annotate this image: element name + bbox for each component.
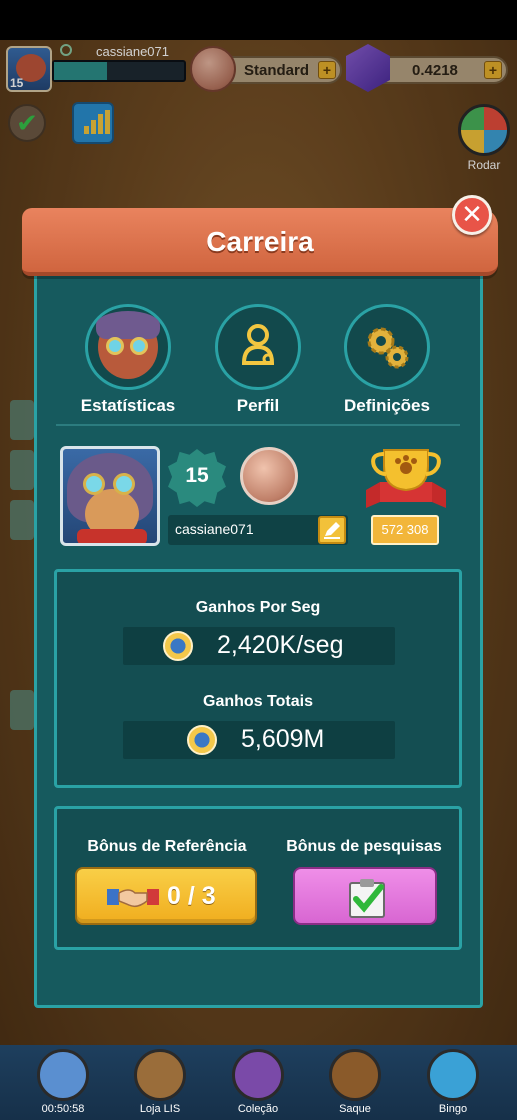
nav-item-collection[interactable]: Coleção — [223, 1045, 293, 1115]
referral-bonus-button[interactable]: 0 / 3 — [75, 867, 257, 925]
nav-item-daily-timer[interactable]: 00:50:58 — [28, 1045, 98, 1115]
handshake-icon — [107, 889, 159, 908]
survey-bonus-label: Bônus de pesquisas — [286, 838, 442, 855]
level-badge-value: 15 — [185, 464, 209, 487]
total-earnings-box: 5,609M — [123, 721, 395, 759]
clipboard-timer-icon — [37, 1049, 89, 1101]
pencil-icon — [324, 522, 340, 539]
bingo-icon — [427, 1049, 479, 1101]
nav-item-shop[interactable]: Loja LIS — [125, 1045, 195, 1115]
clipboard-check-icon — [349, 879, 385, 918]
edit-name-button[interactable] — [318, 516, 346, 544]
statistics-icon — [85, 304, 171, 390]
collection-book-icon — [232, 1049, 284, 1101]
nav-label: 00:50:58 — [41, 1103, 85, 1115]
gear-icon — [344, 304, 430, 390]
tab-settings[interactable]: Definições — [327, 304, 447, 416]
trophy-icon — [366, 449, 446, 508]
status-bar — [0, 0, 517, 40]
nav-item-withdraw[interactable]: Saque — [320, 1045, 390, 1115]
bonus-panel: Bônus de Referência Bônus de pesquisas 0… — [54, 806, 462, 950]
username-text: cassiane071 — [175, 521, 254, 537]
trophy-score: 572 308 — [371, 515, 439, 545]
tab-label: Estatísticas — [80, 396, 176, 415]
referral-bonus-label: Bônus de Referência — [87, 838, 247, 855]
shop-bag-icon — [134, 1049, 186, 1101]
modal-header: Carreira — [22, 208, 498, 276]
rank-coin-icon — [240, 447, 298, 505]
nav-label: Saque — [339, 1103, 371, 1115]
bottom-navigation: 00:50:58 Loja LIS Coleção Saque Bingo — [0, 1045, 517, 1120]
wallet-icon — [329, 1049, 381, 1101]
game-screen: 15 cassiane071 Standard + 0.4218 + ✔ Rod… — [0, 0, 517, 1120]
earnings-per-second-box: 2,420K/seg — [123, 627, 395, 665]
profile-avatar[interactable] — [60, 446, 160, 546]
referral-count: 0 / 3 — [167, 882, 216, 910]
divider — [56, 424, 460, 426]
nav-label: Loja LIS — [139, 1103, 181, 1115]
modal-title: Carreira — [206, 226, 314, 257]
tab-statistics[interactable]: Estatísticas — [68, 304, 188, 416]
earnings-per-second-value: 2,420K/seg — [217, 631, 344, 659]
survey-bonus-button[interactable] — [293, 867, 437, 925]
total-earnings-label: Ganhos Totais — [203, 693, 313, 710]
nav-item-bingo[interactable]: Bingo — [418, 1045, 488, 1115]
tab-label: Perfil — [236, 396, 280, 415]
coin-icon — [187, 725, 217, 755]
tab-profile[interactable]: Perfil — [198, 304, 318, 416]
earnings-per-second-label: Ganhos Por Seg — [195, 599, 321, 616]
total-earnings-value: 5,609M — [241, 725, 325, 753]
earnings-panel: Ganhos Por Seg 2,420K/seg Ganhos Totais … — [54, 569, 462, 788]
tab-label: Definições — [344, 396, 430, 415]
nav-label: Bingo — [438, 1103, 468, 1115]
close-button[interactable]: ✕ — [452, 195, 492, 235]
profile-icon — [215, 304, 301, 390]
coin-icon — [163, 631, 193, 661]
nav-label: Coleção — [237, 1103, 279, 1115]
